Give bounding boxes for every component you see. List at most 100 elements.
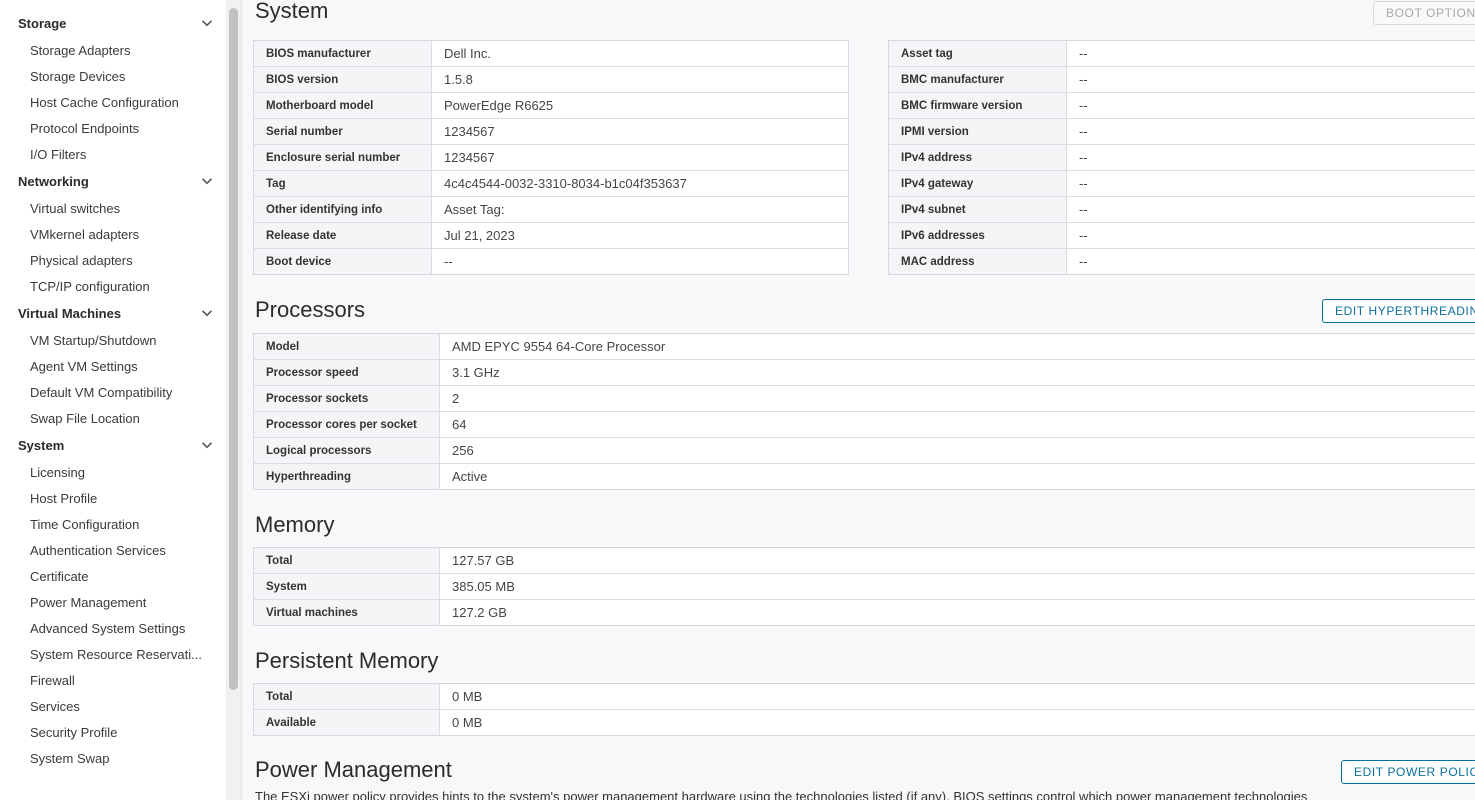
- table-row: Boot device --: [253, 248, 849, 275]
- chevron-down-icon[interactable]: [200, 438, 214, 452]
- edit-power-policy-button[interactable]: EDIT POWER POLICY: [1341, 760, 1475, 784]
- sidebar-item-firewall[interactable]: Firewall: [30, 670, 220, 692]
- table-row: BIOS manufacturer Dell Inc.: [253, 40, 849, 67]
- sidebar-item-system-resource-reservati[interactable]: System Resource Reservati...: [30, 644, 220, 666]
- chevron-down-icon[interactable]: [200, 306, 214, 320]
- system-info-table-right: Asset tag -- BMC manufacturer -- BMC firmwar…: [888, 40, 1475, 275]
- sidebar-item-default-vm-compatibility[interactable]: Default VM Compatibility: [30, 382, 220, 404]
- sidebar-item-host-profile[interactable]: Host Profile: [30, 488, 220, 510]
- table-row: Virtual machines 127.2 GB: [253, 599, 1475, 626]
- sidebar-item-virtual-switches[interactable]: Virtual switches: [30, 198, 220, 220]
- table-row: BIOS version 1.5.8: [253, 66, 849, 93]
- sidebar-item-services[interactable]: Services: [30, 696, 220, 718]
- row-label: Processor cores per socket: [253, 411, 440, 438]
- sidebar-item-host-cache-configuration[interactable]: Host Cache Configuration: [30, 92, 220, 114]
- row-label: Hyperthreading: [253, 463, 440, 490]
- table-row: Total 0 MB: [253, 683, 1475, 710]
- table-row: Other identifying info Asset Tag:: [253, 196, 849, 223]
- sidebar-item-certificate[interactable]: Certificate: [30, 566, 220, 588]
- table-row: Serial number 1234567: [253, 118, 849, 145]
- persistent-memory-section-title: Persistent Memory: [255, 648, 439, 673]
- sidebar-item-agent-vm-settings[interactable]: Agent VM Settings: [30, 356, 220, 378]
- row-value: 385.05 MB: [439, 573, 1475, 600]
- row-label: IPv4 address: [888, 144, 1067, 171]
- table-row: Processor sockets 2: [253, 385, 1475, 412]
- row-value: --: [444, 254, 453, 269]
- table-row: Processor cores per socket 64: [253, 411, 1475, 438]
- power-policy-description: The ESXi power policy provides hints to …: [255, 789, 1308, 800]
- sidebar-item-i-o-filters[interactable]: I/O Filters: [30, 144, 220, 166]
- table-row: IPv4 address --: [888, 144, 1475, 171]
- table-row: IPv6 addresses --: [888, 222, 1475, 249]
- sidebar-item-swap-file-location[interactable]: Swap File Location: [30, 408, 220, 430]
- row-label: System: [253, 573, 440, 600]
- sidebar-group-virtual-machines[interactable]: Virtual Machines: [0, 300, 226, 326]
- row-label: IPv6 addresses: [888, 222, 1067, 249]
- sidebar-item-system-swap[interactable]: System Swap: [30, 748, 220, 770]
- row-value: 1234567: [431, 118, 849, 145]
- table-row: Logical processors 256: [253, 437, 1475, 464]
- sidebar-item-vm-startup-shutdown[interactable]: VM Startup/Shutdown: [30, 330, 220, 352]
- row-label: Motherboard model: [253, 92, 432, 119]
- main-content: System BOOT OPTIONS BIOS manufacturer Del…: [242, 0, 1475, 800]
- row-label: BMC manufacturer: [888, 66, 1067, 93]
- sidebar-item-storage-adapters[interactable]: Storage Adapters: [30, 40, 220, 62]
- row-value: Jul 21, 2023: [431, 222, 849, 249]
- chevron-down-icon[interactable]: [200, 16, 214, 30]
- row-label: IPv4 gateway: [888, 170, 1067, 197]
- row-value: --: [1066, 196, 1475, 223]
- sidebar-group-label: System: [18, 437, 65, 453]
- row-value: 0 MB: [452, 715, 483, 730]
- table-row: System 385.05 MB: [253, 573, 1475, 600]
- sidebar-item-tcp-ip-configuration[interactable]: TCP/IP configuration: [30, 276, 220, 298]
- row-label: Available: [253, 709, 440, 736]
- sidebar-scrollbar-thumb[interactable]: [229, 8, 238, 690]
- row-value: --: [1066, 92, 1475, 119]
- chevron-down-icon[interactable]: [200, 174, 214, 188]
- sidebar-item-vmkernel-adapters[interactable]: VMkernel adapters: [30, 224, 220, 246]
- sidebar-group-storage[interactable]: Storage: [0, 10, 226, 36]
- row-value: PowerEdge R6625: [431, 92, 849, 119]
- row-value: --: [1079, 254, 1088, 269]
- row-label: Asset tag: [888, 40, 1067, 67]
- sidebar-item-advanced-system-settings[interactable]: Advanced System Settings: [30, 618, 220, 640]
- row-label: MAC address: [888, 248, 1067, 275]
- table-row: IPv4 gateway --: [888, 170, 1475, 197]
- row-label: Processor speed: [253, 359, 440, 386]
- sidebar-group-networking[interactable]: Networking: [0, 168, 226, 194]
- table-row: BMC firmware version --: [888, 92, 1475, 119]
- row-label: Virtual machines: [253, 599, 440, 626]
- table-row: Model AMD EPYC 9554 64-Core Processor: [253, 333, 1475, 360]
- system-section-title: System: [255, 0, 329, 23]
- sidebar-group-label: Networking: [18, 173, 89, 189]
- sidebar-item-power-management[interactable]: Power Management: [30, 592, 220, 614]
- boot-options-button[interactable]: BOOT OPTIONS: [1373, 1, 1475, 25]
- sidebar-item-storage-devices[interactable]: Storage Devices: [30, 66, 220, 88]
- table-row: MAC address --: [888, 248, 1475, 275]
- row-label: Model: [253, 333, 440, 360]
- sidebar-item-physical-adapters[interactable]: Physical adapters: [30, 250, 220, 272]
- sidebar-group-system[interactable]: System: [0, 432, 226, 458]
- table-row: Total 127.57 GB: [253, 547, 1475, 574]
- edit-hyperthreading-button[interactable]: EDIT HYPERTHREADING: [1322, 299, 1475, 323]
- table-row: IPv4 subnet --: [888, 196, 1475, 223]
- row-value: --: [1066, 40, 1475, 67]
- table-row: IPMI version --: [888, 118, 1475, 145]
- row-value: --: [1066, 66, 1475, 93]
- sidebar-item-licensing[interactable]: Licensing: [30, 462, 220, 484]
- table-row: Tag 4c4c4544-0032-3310-8034-b1c04f353637: [253, 170, 849, 197]
- row-label: Logical processors: [253, 437, 440, 464]
- sidebar-item-time-configuration[interactable]: Time Configuration: [30, 514, 220, 536]
- row-value: 2: [439, 385, 1475, 412]
- row-label: Enclosure serial number: [253, 144, 432, 171]
- sidebar-item-authentication-services[interactable]: Authentication Services: [30, 540, 220, 562]
- memory-table: Total 127.57 GB System 385.05 MB Virtual mac…: [253, 547, 1475, 626]
- row-value: 1234567: [431, 144, 849, 171]
- table-row: Hyperthreading Active: [253, 463, 1475, 490]
- sidebar-item-security-profile[interactable]: Security Profile: [30, 722, 220, 744]
- sidebar-item-protocol-endpoints[interactable]: Protocol Endpoints: [30, 118, 220, 140]
- system-info-table-left: BIOS manufacturer Dell Inc. BIOS version 1.…: [253, 40, 849, 275]
- row-label: BIOS manufacturer: [253, 40, 432, 67]
- row-value: 127.57 GB: [439, 547, 1475, 574]
- row-label: Other identifying info: [253, 196, 432, 223]
